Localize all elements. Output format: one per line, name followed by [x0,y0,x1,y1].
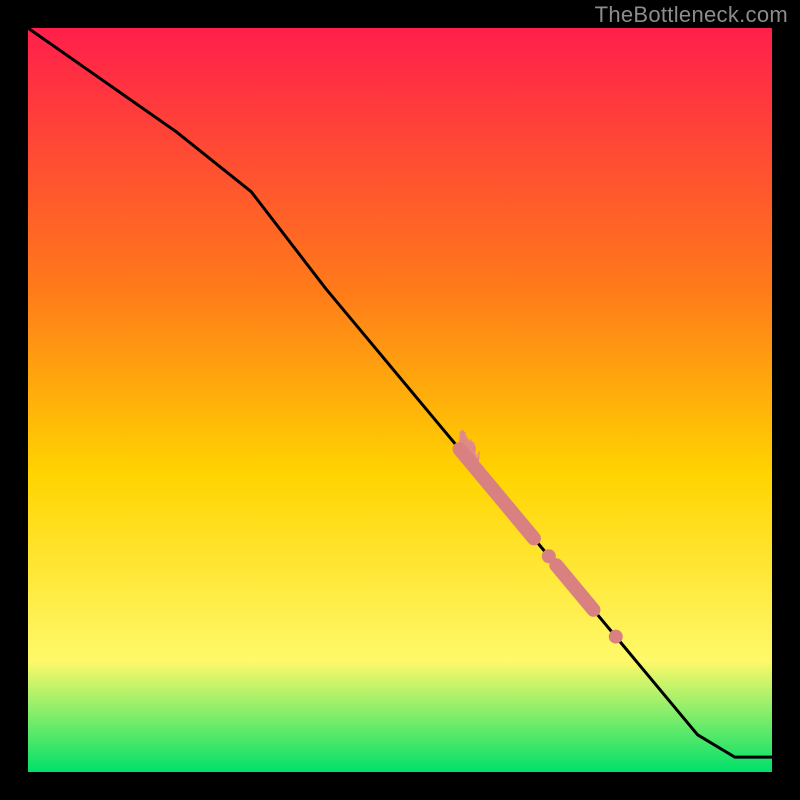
gradient-background [28,28,772,772]
dot-2 [609,630,623,644]
chart-svg [28,28,772,772]
plot-area [28,28,772,772]
chart-stage: TheBottleneck.com [0,0,800,800]
watermark-text: TheBottleneck.com [595,2,788,28]
